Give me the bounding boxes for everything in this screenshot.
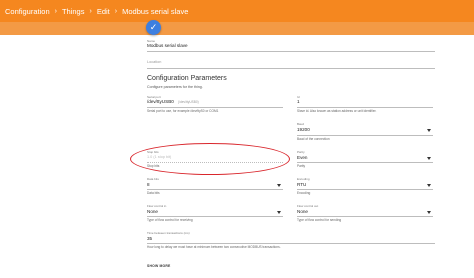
flow-control-out-select[interactable]: None — [297, 209, 308, 214]
time-between-transactions-underline — [147, 243, 435, 244]
breadcrumb-edit[interactable]: Edit — [97, 7, 110, 16]
encoding-select[interactable]: RTU — [297, 182, 306, 187]
flow-control-in-description: Type of flow control for receiving — [147, 218, 193, 222]
flow-control-in-label: Flow control in — [147, 204, 167, 208]
id-underline — [297, 107, 433, 108]
parity-label: Parity — [297, 150, 305, 154]
id-description: Slave id. Also known as station address … — [297, 109, 377, 113]
dropdown-arrow-icon[interactable] — [277, 184, 281, 187]
parity-select[interactable]: Even — [297, 155, 307, 160]
serial-port-underline — [147, 107, 283, 108]
chevron-right-icon: › — [114, 7, 118, 15]
encoding-underline — [297, 189, 433, 190]
baud-label: Baud — [297, 122, 305, 126]
baud-select[interactable]: 19200 — [297, 127, 310, 132]
data-bits-description: Data bits — [147, 191, 160, 195]
name-input[interactable]: Modbus serial slave — [147, 43, 188, 48]
time-between-transactions-input[interactable]: 35 — [147, 236, 152, 241]
name-underline — [147, 51, 435, 52]
breadcrumb-things[interactable]: Things — [62, 7, 85, 16]
data-bits-select[interactable]: 8 — [147, 182, 150, 187]
dropdown-arrow-icon[interactable] — [427, 184, 431, 187]
breadcrumb-configuration[interactable]: Configuration — [5, 7, 50, 16]
serial-port-hint: (/dev/ttyUSB0) — [178, 100, 199, 104]
toolbar-extension — [0, 22, 474, 35]
config-section-title: Configuration Parameters — [147, 75, 227, 82]
baud-underline — [297, 135, 433, 136]
id-input[interactable]: 1 — [297, 99, 300, 104]
check-icon: ✓ — [149, 22, 158, 32]
highlight-annotation-ring — [130, 143, 290, 175]
data-bits-underline — [147, 189, 283, 190]
location-input[interactable]: Location — [147, 60, 161, 64]
save-button[interactable]: ✓ — [146, 20, 161, 35]
parity-underline — [297, 162, 433, 163]
baud-description: Baud of the connection — [297, 137, 330, 141]
serial-port-description: Serial port to use, for example /dev/tty… — [147, 109, 219, 113]
encoding-label: Encoding — [297, 177, 310, 181]
serial-port-input[interactable]: /dev/ttyUSB0 — [147, 99, 174, 104]
flow-control-out-label: Flow control out — [297, 204, 319, 208]
time-between-transactions-description: How long to delay we must have at minimu… — [147, 245, 281, 249]
config-section-subtitle: Configure parameters for the thing. — [147, 85, 203, 89]
encoding-description: Encoding — [297, 191, 311, 195]
flow-control-in-select[interactable]: None — [147, 209, 158, 214]
breadcrumb-current: Modbus serial slave — [122, 6, 189, 16]
flow-control-in-underline — [147, 216, 283, 217]
time-between-transactions-label: Time between transactions (ms) — [147, 231, 190, 235]
dropdown-arrow-icon[interactable] — [427, 129, 431, 132]
dropdown-arrow-icon[interactable] — [427, 157, 431, 160]
chevron-right-icon: › — [54, 7, 57, 15]
data-bits-label: Data bits — [147, 177, 159, 181]
location-underline — [147, 68, 435, 69]
dropdown-arrow-icon[interactable] — [277, 211, 281, 214]
app-toolbar: Configuration › Things › Edit › Modbus s… — [0, 0, 474, 22]
dropdown-arrow-icon[interactable] — [427, 211, 431, 214]
flow-control-out-description: Type of flow control for sending — [297, 218, 342, 222]
chevron-right-icon: › — [89, 7, 92, 15]
flow-control-out-underline — [297, 216, 433, 217]
show-more-button[interactable]: SHOW MORE — [147, 264, 170, 268]
parity-description: Parity — [297, 164, 306, 168]
